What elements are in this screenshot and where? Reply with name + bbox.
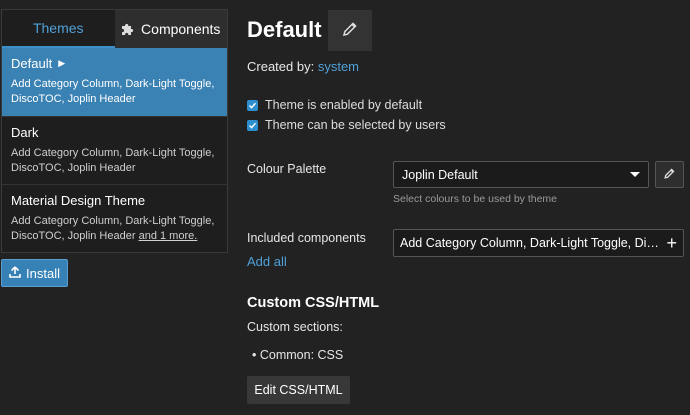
edit-theme-name-button[interactable] [328, 10, 372, 51]
author-link[interactable]: system [318, 59, 359, 74]
tab-themes[interactable]: Themes [2, 10, 115, 48]
created-by-label: Created by: [247, 59, 315, 74]
colour-palette-label: Colour Palette [247, 162, 327, 176]
enabled-default-label: Theme is enabled by default [265, 98, 423, 112]
theme-title: Default [247, 17, 322, 42]
colour-palette-hint: Select colours to be used by theme [393, 193, 558, 205]
custom-css-html-heading: Custom CSS/HTML [247, 295, 380, 311]
themes-panel: Themes Components Default ▶ Add Category… [1, 9, 228, 253]
dropdown-arrow-icon [630, 172, 640, 177]
custom-section-name: Common: CSS [259, 348, 344, 362]
enabled-default-row: Theme is enabled by default [247, 98, 422, 112]
included-components-label: Included components [247, 231, 366, 245]
colour-palette-select[interactable]: Joplin Default [393, 161, 649, 188]
user-selectable-row: Theme can be selected by users [247, 118, 446, 132]
custom-section-item: • Common: CSS [252, 348, 344, 362]
theme-components-summary: Add Category Column, Dark-Light Toggle, … [11, 147, 215, 174]
theme-item-default[interactable]: Default ▶ Add Category Column, Dark-Ligh… [2, 48, 227, 116]
install-label: Install [26, 265, 60, 281]
enabled-default-checkbox[interactable] [247, 99, 258, 111]
theme-item-dark[interactable]: Dark Add Category Column, Dark-Light Tog… [2, 116, 227, 184]
theme-components-summary: Add Category Column, Dark-Light Toggle, … [11, 214, 218, 244]
upload-icon [9, 265, 21, 281]
theme-name: Dark [11, 125, 39, 140]
puzzle-icon [121, 22, 135, 36]
colour-palette-value: Joplin Default [402, 167, 478, 182]
tab-themes-label: Themes [32, 20, 84, 36]
caret-right-icon: ▶ [58, 58, 66, 68]
theme-name: Material Design Theme [11, 193, 146, 208]
tab-components-label: Components [141, 21, 221, 37]
included-components-value: Add Category Column, Dark-Light Toggle, … [400, 236, 662, 250]
panel-tabs: Themes Components [2, 10, 227, 48]
created-by: Created by: system [247, 59, 359, 74]
pencil-icon [663, 167, 676, 183]
edit-palette-button[interactable] [655, 161, 684, 188]
pencil-icon [341, 20, 359, 41]
plus-icon: + [666, 233, 677, 253]
included-components-field[interactable]: Add Category Column, Dark-Light Toggle, … [393, 229, 684, 257]
add-all-link[interactable]: Add all [247, 254, 287, 269]
tab-components[interactable]: Components [114, 10, 227, 48]
theme-name: Default [11, 56, 53, 71]
theme-item-material-design[interactable]: Material Design Theme Add Category Colum… [2, 184, 227, 252]
user-selectable-label: Theme can be selected by users [265, 118, 446, 132]
theme-components-summary: Add Category Column, Dark-Light Toggle, … [11, 78, 215, 105]
more-components-link[interactable]: and 1 more. [139, 230, 198, 242]
edit-css-html-button[interactable]: Edit CSS/HTML [247, 376, 350, 404]
custom-sections-label: Custom sections: [247, 320, 343, 334]
user-selectable-checkbox[interactable] [247, 119, 258, 131]
install-button[interactable]: Install [1, 259, 68, 287]
